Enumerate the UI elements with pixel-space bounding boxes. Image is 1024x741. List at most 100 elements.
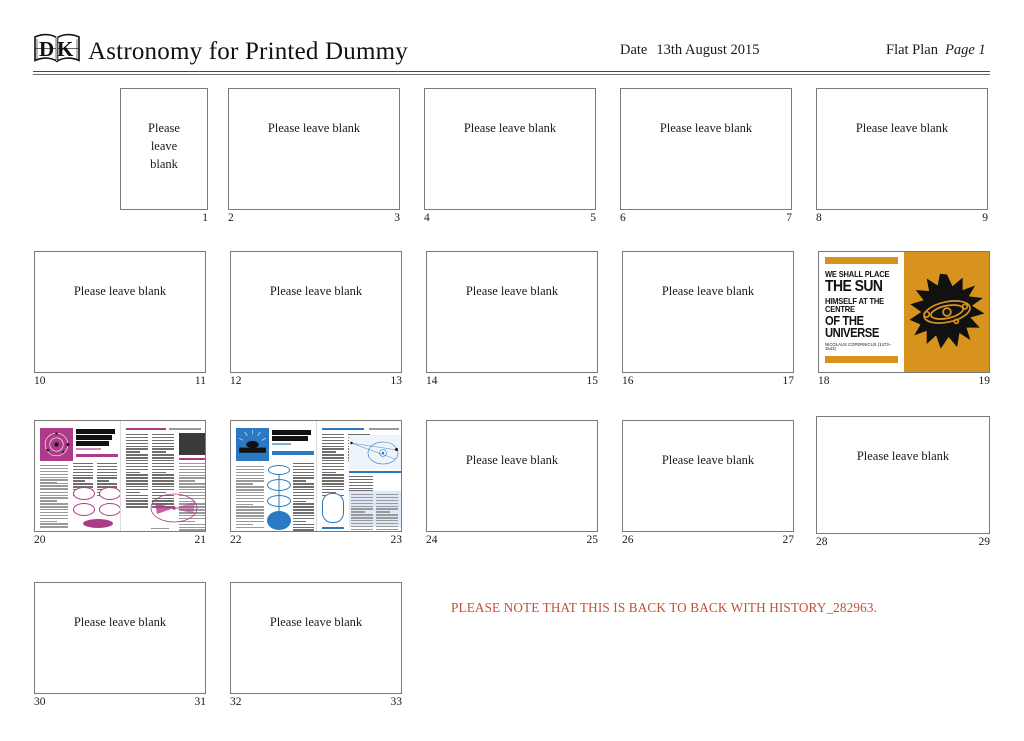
blank-page-label: Please leave blank bbox=[661, 453, 755, 467]
flatplan-label-block: Flat Plan Page 1 bbox=[886, 42, 986, 59]
date-value: 13th August 2015 bbox=[656, 42, 760, 58]
blank-page-label: Please leave blank bbox=[659, 121, 753, 135]
blank-page-thumbnail[interactable]: Please leave blank bbox=[620, 88, 792, 210]
body-text-column bbox=[351, 494, 373, 531]
blank-page-thumbnail[interactable]: Please leave blank bbox=[816, 416, 990, 534]
page-number-right: 25 bbox=[586, 534, 599, 546]
page-number-right: 33 bbox=[390, 696, 403, 708]
spread-cell[interactable]: Please leave blank 24 25 bbox=[426, 420, 598, 548]
page-number-right: 5 bbox=[590, 212, 596, 224]
spread-cell[interactable]: Please leave blank 30 31 bbox=[34, 582, 206, 710]
body-text-column bbox=[236, 466, 264, 530]
page-number-right: 11 bbox=[194, 375, 206, 387]
page-header: D K Astronomy for Printed Dummy Date 13th… bbox=[0, 0, 1024, 78]
flow-oval bbox=[99, 487, 121, 500]
page-number-left: 10 bbox=[34, 375, 46, 387]
spread-cell[interactable]: Please leave blank 8 9 bbox=[816, 88, 988, 226]
blank-page-thumbnail[interactable]: Please leave blank bbox=[622, 420, 794, 532]
blank-page-thumbnail[interactable]: Please leave blank bbox=[34, 582, 206, 694]
back-to-back-note: PLEASE NOTE THAT THIS IS BACK TO BACK WI… bbox=[451, 600, 878, 615]
copernicus-quote: WE SHALL PLACE THE SUN HIMSELF AT THE CE… bbox=[825, 270, 892, 352]
blank-page-label: Please leave blank bbox=[269, 615, 363, 629]
body-text-column bbox=[376, 494, 398, 531]
blank-page-thumbnail[interactable]: Please leave blank bbox=[34, 251, 206, 373]
spread-cell[interactable]: Please leave blank 4 5 bbox=[424, 88, 596, 226]
copernicus-spread-artwork: WE SHALL PLACE THE SUN HIMSELF AT THE CE… bbox=[819, 252, 989, 372]
copernicus-spread-thumbnail[interactable]: WE SHALL PLACE THE SUN HIMSELF AT THE CE… bbox=[818, 251, 990, 373]
orange-bar-top bbox=[825, 257, 898, 264]
headline-line-2 bbox=[272, 436, 309, 441]
ellipse-spread-thumbnail[interactable] bbox=[34, 420, 206, 532]
page-number-right: 29 bbox=[978, 536, 991, 548]
blank-page-label: Please leave blank bbox=[148, 121, 180, 172]
page-number-left: 20 bbox=[34, 534, 46, 546]
blank-page-thumbnail[interactable]: Please leave blank bbox=[228, 88, 400, 210]
spread-cell[interactable]: WE SHALL PLACE THE SUN HIMSELF AT THE CE… bbox=[818, 251, 990, 389]
page-number-right: 3 bbox=[394, 212, 400, 224]
spread-cell[interactable]: 20 21 bbox=[34, 420, 206, 548]
spread-cell[interactable]: Please leave blank 14 15 bbox=[426, 251, 598, 389]
quote-line-4: OF THE UNIVERSE bbox=[825, 313, 879, 341]
page-number-left: 26 bbox=[622, 534, 634, 546]
page-number-right: 23 bbox=[390, 534, 403, 546]
blank-page-thumbnail[interactable]: Please leave blank bbox=[230, 582, 402, 694]
flow-oval bbox=[73, 503, 95, 516]
headline-line-3 bbox=[76, 441, 109, 446]
page-number-right: 15 bbox=[586, 375, 599, 387]
speed-of-light-spread-thumbnail[interactable] bbox=[230, 420, 402, 532]
date-field: Date 13th August 2015 bbox=[620, 42, 760, 59]
note-box bbox=[322, 493, 344, 523]
blank-page-thumbnail[interactable]: Please leave blank bbox=[120, 88, 208, 210]
spread-cell[interactable]: Please leave blank 26 27 bbox=[622, 420, 794, 548]
flow-oval bbox=[99, 503, 121, 516]
body-text-column bbox=[322, 434, 344, 498]
svg-text:D: D bbox=[39, 37, 54, 61]
blank-page-label: Please leave blank bbox=[856, 449, 950, 463]
page-number-right: 27 bbox=[782, 534, 795, 546]
spread-cell[interactable]: Please leave blank 1 bbox=[120, 88, 208, 226]
page-number-right: 1 bbox=[202, 212, 208, 224]
light-path-diagram bbox=[349, 435, 401, 469]
page-number-right: 31 bbox=[194, 696, 207, 708]
spread-cell[interactable]: Please leave blank 2 3 bbox=[228, 88, 400, 226]
header-divider bbox=[33, 71, 990, 75]
blank-page-thumbnail[interactable]: Please leave blank bbox=[424, 88, 596, 210]
ellipse-spread-artwork bbox=[35, 421, 205, 531]
light-left-page bbox=[231, 421, 316, 531]
spread-cell[interactable]: Please leave blank 6 7 bbox=[620, 88, 792, 226]
page-title: Astronomy for Printed Dummy bbox=[88, 38, 408, 65]
blank-page-thumbnail[interactable]: Please leave blank bbox=[816, 88, 988, 210]
ellipse-diagram bbox=[150, 493, 198, 523]
blank-page-thumbnail[interactable]: Please leave blank bbox=[230, 251, 402, 373]
blank-page-label: Please leave blank bbox=[855, 121, 949, 135]
flow-oval bbox=[73, 487, 95, 500]
blank-page-thumbnail[interactable]: Please leave blank bbox=[426, 251, 598, 373]
spread-cell[interactable]: Please leave blank 12 13 bbox=[230, 251, 402, 389]
flow-pill bbox=[83, 519, 113, 528]
blank-page-thumbnail[interactable]: Please leave blank bbox=[426, 420, 598, 532]
blank-page-label: Please leave blank bbox=[73, 615, 167, 629]
spread-cell[interactable]: 22 23 bbox=[230, 420, 402, 548]
page-number-left: 28 bbox=[816, 536, 828, 548]
page-number-left: 12 bbox=[230, 375, 242, 387]
flatplan-label: Flat Plan bbox=[886, 42, 938, 58]
spread-cell[interactable]: Please leave blank 28 29 bbox=[816, 416, 990, 550]
page-number-left: 14 bbox=[426, 375, 438, 387]
body-text-column bbox=[151, 528, 169, 531]
page-number-right: 19 bbox=[978, 375, 991, 387]
light-right-page bbox=[316, 421, 401, 531]
blank-page-thumbnail[interactable]: Please leave blank bbox=[622, 251, 794, 373]
spread-cell[interactable]: Please leave blank 16 17 bbox=[622, 251, 794, 389]
spread-cell[interactable]: Please leave blank 10 11 bbox=[34, 251, 206, 389]
ellipse-left-page bbox=[35, 421, 121, 531]
headline-line-1 bbox=[76, 429, 115, 434]
blank-page-label: Please leave blank bbox=[661, 284, 755, 298]
quote-line-3: HIMSELF AT THE CENTRE bbox=[825, 295, 885, 315]
svg-text:K: K bbox=[57, 37, 74, 61]
blank-page-label: Please leave blank bbox=[465, 453, 559, 467]
sun-graphic-page bbox=[904, 252, 989, 372]
page-number-left: 24 bbox=[426, 534, 438, 546]
spread-cell[interactable]: Please leave blank 32 33 bbox=[230, 582, 402, 710]
quote-line-1: WE SHALL PLACE bbox=[825, 269, 890, 279]
page-number-right: 21 bbox=[194, 534, 207, 546]
